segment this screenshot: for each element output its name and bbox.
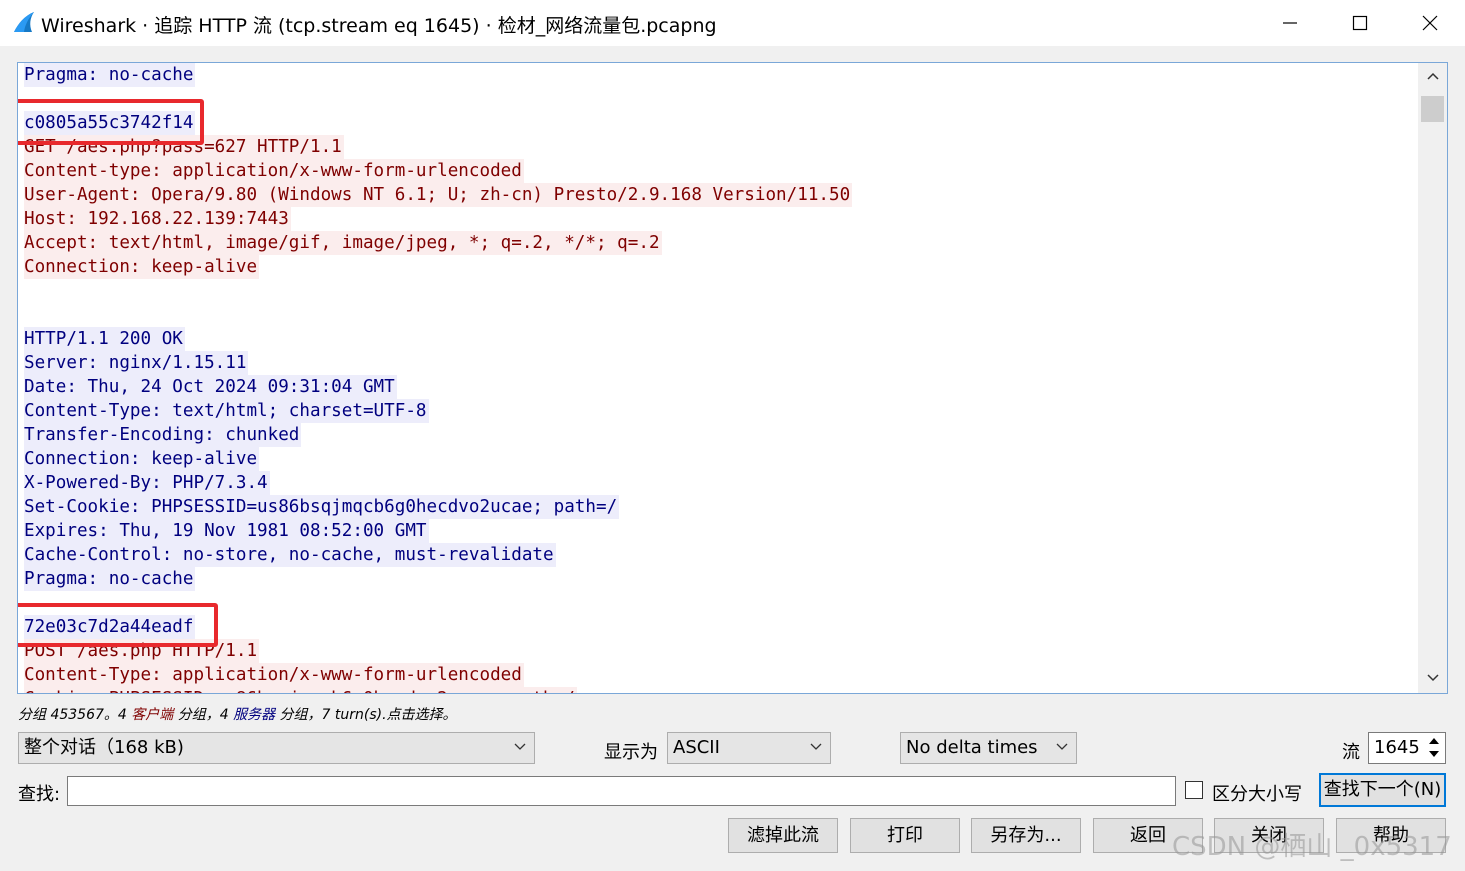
print-button[interactable]: 打印	[850, 818, 960, 853]
server-stream-line: Cache-Control: no-store, no-cache, must-…	[24, 543, 556, 567]
show-as-select-value: ASCII	[673, 737, 720, 758]
status-prefix: 分组 453567。4	[18, 707, 132, 723]
status-server-word: 服务器	[233, 707, 276, 723]
case-sensitive-label: 区分大小写	[1212, 784, 1302, 805]
status-suffix: 分组，7 turn(s).点击选择。	[275, 707, 457, 723]
chevron-down-icon	[1056, 743, 1068, 750]
close-window-button[interactable]	[1395, 0, 1465, 46]
server-stream-line: Content-Type: text/html; charset=UTF-8	[24, 399, 429, 423]
close-button[interactable]: 关闭	[1214, 818, 1324, 853]
server-stream-line: Date: Thu, 24 Oct 2024 09:31:04 GMT	[24, 375, 397, 399]
status-middle: 分组，4	[173, 707, 234, 723]
find-input[interactable]	[67, 776, 1176, 806]
spin-up-button[interactable]	[1424, 734, 1444, 748]
chevron-down-icon	[514, 743, 526, 750]
server-stream-line: Connection: keep-alive	[24, 447, 260, 471]
client-stream-line: Host: 192.168.22.139:7443	[24, 207, 291, 231]
server-stream-line: Expires: Thu, 19 Nov 1981 08:52:00 GMT	[24, 519, 429, 543]
close-icon	[1422, 15, 1438, 31]
show-as-label: 显示为	[604, 742, 658, 763]
status-client-word: 客户端	[131, 707, 174, 723]
stream-text-area[interactable]: Pragma: no-cache c0805a55c3742f14 GET /aes…	[17, 62, 1448, 694]
window-title: Wireshark · 追踪 HTTP 流 (tcp.stream eq 164…	[41, 15, 717, 37]
server-stream-line: Set-Cookie: PHPSESSID=us86bsqjmqcb6g0hec…	[24, 495, 620, 519]
packet-status-line[interactable]: 分组 453567。4 客户端 分组，4 服务器 分组，7 turn(s).点击…	[18, 704, 457, 724]
client-stream-line: Content-Type: application/x-www-form-url…	[24, 663, 524, 687]
maximize-icon	[1352, 15, 1368, 31]
save-as-button[interactable]: 另存为...	[971, 818, 1081, 853]
server-stream-line: Transfer-Encoding: chunked	[24, 423, 302, 447]
title-bar: Wireshark · 追踪 HTTP 流 (tcp.stream eq 164…	[0, 0, 1465, 46]
client-stream-line: Accept: text/html, image/gif, image/jpeg…	[24, 231, 662, 255]
delta-times-select-value: No delta times	[906, 737, 1038, 758]
vertical-scrollbar[interactable]	[1418, 63, 1447, 693]
server-stream-line: Server: nginx/1.15.11	[24, 351, 249, 375]
back-button[interactable]: 返回	[1093, 818, 1203, 853]
stream-number-value: 1645	[1374, 737, 1420, 758]
maximize-button[interactable]	[1325, 0, 1395, 46]
spin-down-button[interactable]	[1424, 748, 1444, 762]
wireshark-fin-icon	[14, 12, 34, 32]
conversation-select[interactable]: 整个对话（168 kB)	[18, 732, 535, 764]
stream-number-spinbox[interactable]: 1645	[1368, 732, 1446, 764]
minimize-icon	[1283, 22, 1297, 24]
chevron-down-icon	[810, 743, 822, 750]
server-stream-line: X-Powered-By: PHP/7.3.4	[24, 471, 270, 495]
highlight-box-first-key	[18, 99, 204, 145]
client-stream-line: Cookie: PHPSESSID=us86bsqjmqcb6g0hecdvo2…	[24, 687, 577, 693]
delta-times-select[interactable]: No delta times	[900, 732, 1077, 764]
chevron-down-icon	[1427, 674, 1439, 682]
find-next-button[interactable]: 查找下一个(N)	[1319, 773, 1446, 807]
server-stream-line: Pragma: no-cache	[24, 567, 196, 591]
stream-label: 流	[1342, 742, 1360, 763]
server-stream-line: Pragma: no-cache	[24, 63, 196, 87]
highlight-box-second-key	[18, 603, 218, 647]
triangle-up-icon	[1429, 738, 1439, 744]
triangle-down-icon	[1429, 751, 1439, 757]
chevron-up-icon	[1427, 72, 1439, 80]
case-sensitive-checkbox[interactable]	[1185, 781, 1203, 799]
show-as-select[interactable]: ASCII	[667, 732, 831, 764]
help-button[interactable]: 帮助	[1336, 818, 1446, 853]
filter-out-button[interactable]: 滤掉此流	[728, 818, 838, 853]
scroll-up-button[interactable]	[1418, 63, 1447, 91]
conversation-select-value: 整个对话（168 kB)	[24, 737, 184, 758]
client-stream-line: User-Agent: Opera/9.80 (Windows NT 6.1; …	[24, 183, 853, 207]
find-label: 查找:	[18, 784, 61, 805]
server-stream-line: HTTP/1.1 200 OK	[24, 327, 185, 351]
minimize-button[interactable]	[1255, 0, 1325, 46]
client-stream-line: Content-type: application/x-www-form-url…	[24, 159, 524, 183]
scroll-thumb[interactable]	[1421, 96, 1444, 122]
client-stream-line: Connection: keep-alive	[24, 255, 260, 279]
scroll-down-button[interactable]	[1418, 665, 1447, 693]
